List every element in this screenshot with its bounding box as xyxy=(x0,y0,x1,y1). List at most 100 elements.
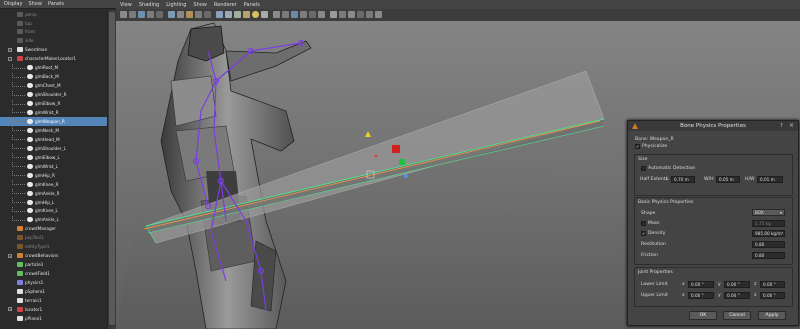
outliner-row[interactable]: glmElbow_R xyxy=(0,99,107,108)
upper-limit-y-field[interactable]: 0.00 ° xyxy=(724,292,750,299)
outliner-row[interactable]: front xyxy=(0,28,107,36)
outliner-row[interactable]: glmKnee_R xyxy=(0,180,107,188)
outliner-row[interactable]: physics1 xyxy=(0,279,107,287)
viewport-menu-show[interactable]: Show xyxy=(193,2,207,8)
shape-dropdown[interactable]: BOX ▾ xyxy=(752,209,785,216)
viewport-menu-renderer[interactable]: Renderer xyxy=(214,2,237,8)
viewport-menu-shading[interactable]: Shading xyxy=(139,2,159,8)
outliner-row[interactable]: glmKnee_L xyxy=(0,206,107,215)
outliner-menu-display[interactable]: Display xyxy=(4,1,22,7)
viewport-menu-lighting[interactable]: Lighting xyxy=(166,2,186,8)
outliner-row[interactable]: pSphere1 xyxy=(0,287,107,295)
gamma-icon[interactable] xyxy=(339,11,346,18)
close-button[interactable]: × xyxy=(789,122,794,129)
outliner-row[interactable]: glmHead_M xyxy=(0,135,107,143)
restitution-field[interactable]: 0.80 xyxy=(752,241,785,248)
outliner-menu-show[interactable]: Show xyxy=(28,1,42,7)
outliner-row[interactable]: glmWrist_R xyxy=(0,108,107,116)
gate-mask-icon[interactable] xyxy=(195,11,202,18)
density-field[interactable]: 985.00 kg/m³ xyxy=(752,230,785,237)
outliner-row[interactable]: glmWeapon_R xyxy=(0,117,107,126)
anti-aliasing-icon[interactable] xyxy=(318,11,325,18)
outliner-row[interactable]: glmRoot_M xyxy=(0,63,107,72)
physicalize-checkbox[interactable]: ✓ xyxy=(635,144,640,149)
outliner-row[interactable]: glmAnkle_R xyxy=(0,189,107,197)
xray-joints-icon[interactable] xyxy=(282,11,289,18)
isolate-select-icon[interactable] xyxy=(291,11,298,18)
grid-icon[interactable] xyxy=(168,11,175,18)
outliner-row[interactable]: + Swordman xyxy=(0,46,107,54)
depth-of-field-icon[interactable] xyxy=(330,11,337,18)
upper-limit-z-field[interactable]: 0.00 ° xyxy=(760,292,785,299)
outliner-row[interactable]: glmHip_L xyxy=(0,197,107,206)
motion-blur-icon[interactable] xyxy=(309,11,316,18)
upper-limit-x-field[interactable]: 0.00 ° xyxy=(688,292,714,299)
outliner-row[interactable]: popTool1 xyxy=(0,234,107,242)
viewport-settings-icon[interactable] xyxy=(375,11,382,18)
outliner-row[interactable]: terrain1 xyxy=(0,296,107,304)
viewport-menu-panels[interactable]: Panels xyxy=(244,2,260,8)
outliner-row[interactable]: pPlane1 xyxy=(0,314,107,322)
outliner-row[interactable]: entityType1 xyxy=(0,243,107,251)
outliner-row[interactable]: glmShoulder_R xyxy=(0,90,107,99)
resolution-gate-icon[interactable] xyxy=(186,11,193,18)
outliner-menu-panels[interactable]: Panels xyxy=(48,1,64,7)
cancel-button[interactable]: Cancel xyxy=(723,311,751,320)
lock-camera-icon[interactable] xyxy=(129,11,136,18)
outliner-row[interactable]: + crowdBehaviors xyxy=(0,252,107,260)
manipulator-pivot-handle[interactable] xyxy=(365,131,371,137)
textured-icon[interactable] xyxy=(243,11,250,18)
expand-icon[interactable]: + xyxy=(8,47,12,52)
outliner-scroll-thumb[interactable] xyxy=(109,12,115,325)
ambient-occlusion-icon[interactable] xyxy=(300,11,307,18)
use-all-lights-icon[interactable] xyxy=(252,11,259,18)
apply-button[interactable]: Apply xyxy=(758,311,786,320)
outliner-row[interactable]: glmHip_R xyxy=(0,171,107,179)
image-plane-icon[interactable] xyxy=(156,11,163,18)
xray-icon[interactable] xyxy=(273,11,280,18)
outliner-row[interactable]: glmNeck_M xyxy=(0,126,107,134)
viewport-menu-view[interactable]: View xyxy=(120,2,132,8)
friction-field[interactable]: 0.80 xyxy=(752,252,785,259)
outliner-row[interactable]: crowdField1 xyxy=(0,270,107,278)
lower-limit-z-field[interactable]: 0.00 ° xyxy=(760,281,785,288)
height-field[interactable]: 0.01 m xyxy=(757,176,783,183)
bookmarks-icon[interactable] xyxy=(147,11,154,18)
outliner-row[interactable]: - characterMakerLocator1 xyxy=(0,55,107,63)
outliner-row[interactable]: glmShoulder_L xyxy=(0,144,107,152)
view-transform-icon[interactable] xyxy=(357,11,364,18)
help-button[interactable]: ? xyxy=(780,123,783,129)
outliner-row[interactable]: side xyxy=(0,37,107,45)
outliner-row[interactable]: glmWrist_L xyxy=(0,162,107,170)
smooth-shade-icon[interactable] xyxy=(225,11,232,18)
film-gate-icon[interactable] xyxy=(177,11,184,18)
mass-field[interactable]: 1.75 kg xyxy=(752,220,785,227)
manipulator-x-axis-handle[interactable] xyxy=(399,159,405,165)
width-field[interactable]: 0.05 m xyxy=(716,176,740,183)
dialog-title-bar[interactable]: Bone Physics Properties ? × xyxy=(628,121,798,131)
outliner-row[interactable]: + locator1 xyxy=(0,305,107,313)
outliner-row[interactable]: glmAnkle_L xyxy=(0,215,107,224)
density-checkbox[interactable]: ✓ xyxy=(641,231,646,236)
outliner-row[interactable]: glmBack_M xyxy=(0,72,107,81)
collapse-icon[interactable]: - xyxy=(8,56,12,61)
camera-attributes-icon[interactable] xyxy=(138,11,145,18)
select-camera-icon[interactable] xyxy=(120,11,127,18)
wireframe-on-shaded-icon[interactable] xyxy=(234,11,241,18)
field-chart-icon[interactable] xyxy=(204,11,211,18)
outliner-row[interactable]: persp xyxy=(0,10,107,18)
manipulator-y-axis-handle[interactable] xyxy=(392,145,400,153)
automatic-detection-checkbox[interactable] xyxy=(641,166,646,171)
expand-icon[interactable]: + xyxy=(8,307,12,312)
expand-icon[interactable]: + xyxy=(8,253,12,258)
outliner-row[interactable]: top xyxy=(0,19,107,27)
length-field[interactable]: 0.70 m xyxy=(671,176,695,183)
color-management-icon[interactable] xyxy=(348,11,355,18)
ok-button[interactable]: OK xyxy=(689,311,717,320)
exposure-icon[interactable] xyxy=(366,11,373,18)
outliner-row[interactable]: particle1 xyxy=(0,261,107,269)
wireframe-icon[interactable] xyxy=(216,11,223,18)
outliner-row[interactable]: glmChest_M xyxy=(0,81,107,90)
mass-checkbox[interactable] xyxy=(641,221,646,226)
shadows-icon[interactable] xyxy=(261,11,268,18)
